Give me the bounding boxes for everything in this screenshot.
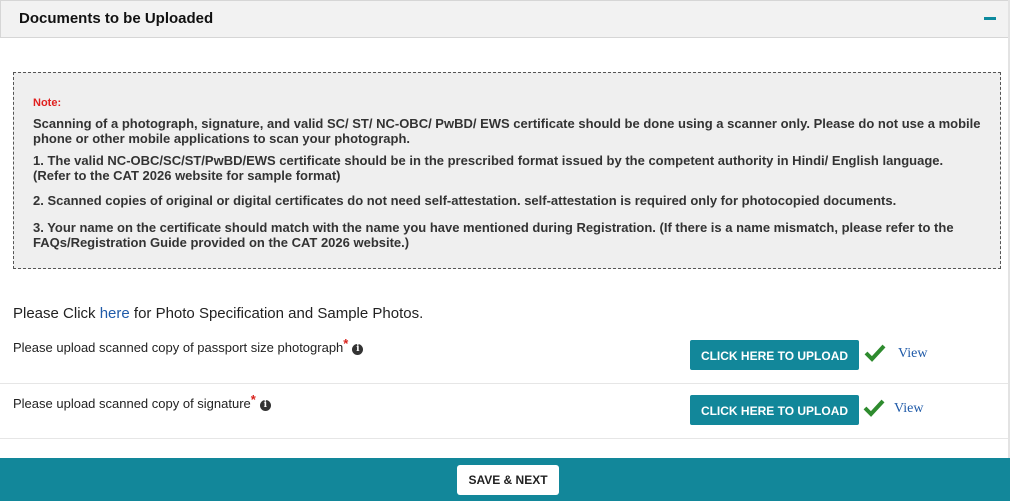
check-icon [864,344,886,362]
footer-bar: SAVE & NEXT [0,458,1010,501]
note-paragraph: 1. The valid NC-OBC/SC/ST/PwBD/EWS certi… [33,153,944,183]
upload-label-text: Please upload scanned copy of passport s… [13,340,344,355]
divider [0,383,1008,384]
photo-spec-link[interactable]: here [100,305,130,322]
info-icon[interactable]: i [352,344,364,355]
minus-icon[interactable] [984,12,998,26]
upload-signature-button[interactable]: CLICK HERE TO UPLOAD [690,395,859,425]
note-paragraph: 3. Your name on the certificate should m… [33,220,954,250]
view-signature-link[interactable]: View [894,401,923,417]
photo-spec-prefix: Please Click [13,305,100,322]
required-mark: * [250,392,256,407]
note-label: Note: [33,97,62,109]
divider [0,438,1008,439]
upload-label-photo: Please upload scanned copy of passport s… [13,336,364,355]
check-icon [863,399,885,417]
note-paragraph: 2. Scanned copies of original or digital… [33,193,897,208]
photo-spec-suffix: for Photo Specification and Sample Photo… [129,305,424,322]
panel-title: Documents to be Uploaded [19,10,214,27]
note-box: Note: Scanning of a photograph, signatur… [13,72,1001,269]
info-icon[interactable]: i [259,400,271,411]
note-paragraph: Scanning of a photograph, signature, and… [33,116,981,146]
save-next-button[interactable]: SAVE & NEXT [457,465,559,495]
upload-photo-button[interactable]: CLICK HERE TO UPLOAD [690,340,859,370]
required-mark: * [343,336,349,351]
view-photo-link[interactable]: View [898,346,927,362]
upload-label-signature: Please upload scanned copy of signature*… [13,392,271,411]
panel-header: Documents to be Uploaded [0,0,1008,38]
photo-spec-line: Please Click here for Photo Specificatio… [13,305,423,322]
upload-label-text: Please upload scanned copy of signature [13,396,251,411]
